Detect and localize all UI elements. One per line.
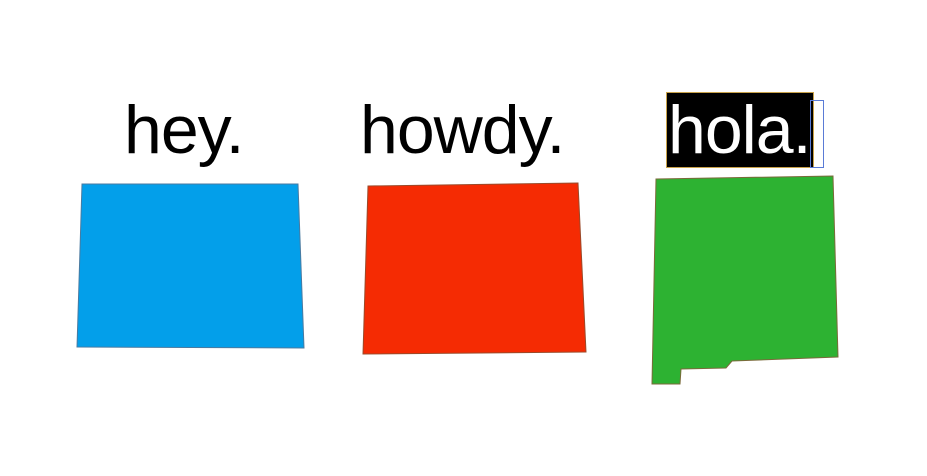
colorado-state-icon bbox=[362, 182, 587, 355]
wyoming-state-icon bbox=[76, 183, 305, 349]
canvas: hey. howdy. hola. bbox=[0, 0, 927, 476]
state-shapes bbox=[76, 175, 839, 385]
new-mexico-state-icon bbox=[651, 175, 839, 385]
